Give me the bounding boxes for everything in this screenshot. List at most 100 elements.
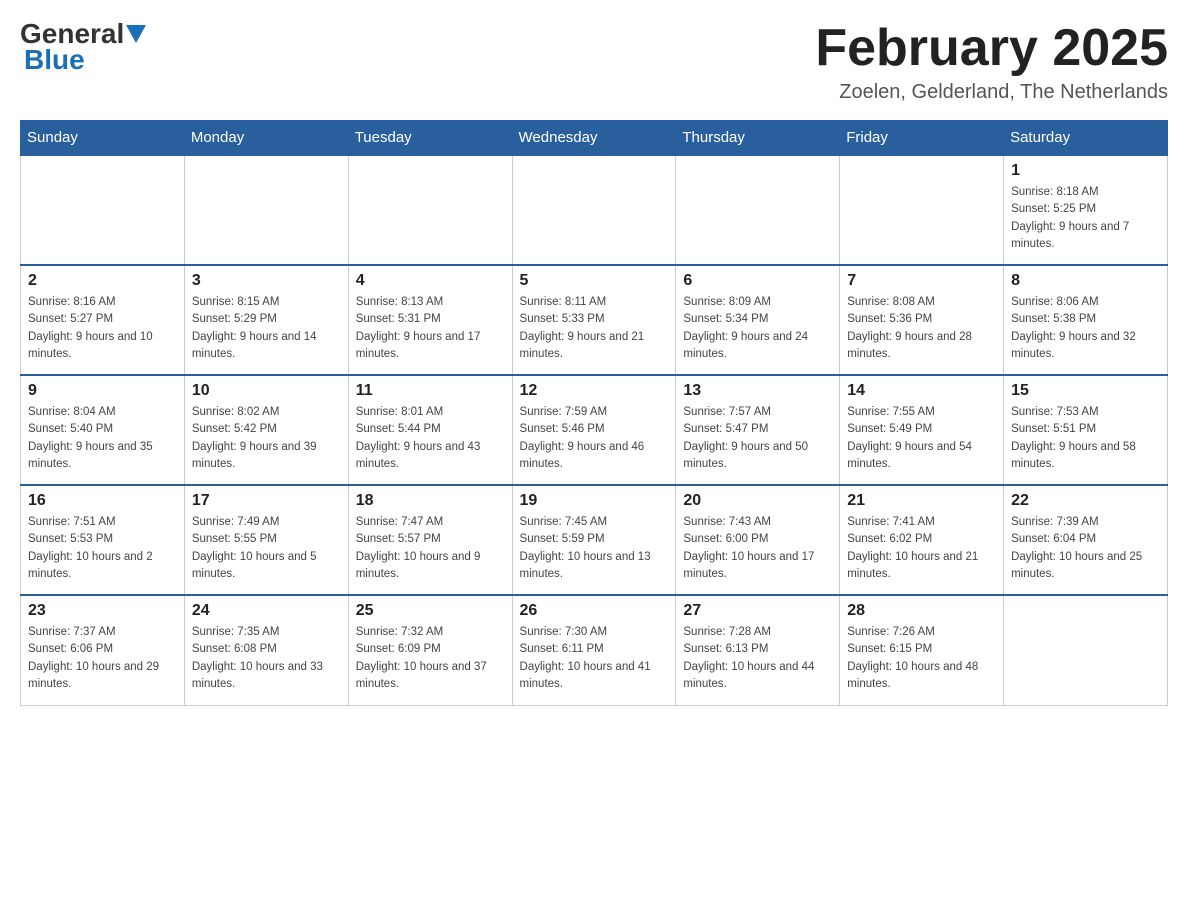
calendar-cell: 8 Sunrise: 8:06 AMSunset: 5:38 PMDaylight…	[1004, 265, 1168, 375]
week-row-3: 9 Sunrise: 8:04 AMSunset: 5:40 PMDaylight…	[21, 375, 1168, 485]
calendar-cell: 5 Sunrise: 8:11 AMSunset: 5:33 PMDaylight…	[512, 265, 676, 375]
day-number: 15	[1011, 382, 1160, 400]
calendar-cell: 4 Sunrise: 8:13 AMSunset: 5:31 PMDaylight…	[348, 265, 512, 375]
calendar-cell: 24 Sunrise: 7:35 AMSunset: 6:08 PMDayligh…	[184, 595, 348, 705]
calendar-cell: 16 Sunrise: 7:51 AMSunset: 5:53 PMDayligh…	[21, 485, 185, 595]
calendar-cell: 11 Sunrise: 8:01 AMSunset: 5:44 PMDayligh…	[348, 375, 512, 485]
day-number: 18	[356, 492, 505, 510]
logo: General Blue	[20, 20, 146, 74]
day-info: Sunrise: 7:41 AMSunset: 6:02 PMDaylight:…	[847, 514, 996, 583]
calendar-cell: 25Sunrise: 7:32 AMSunset: 6:09 PMDayligh…	[348, 595, 512, 705]
day-number: 11	[356, 382, 505, 400]
day-number: 27	[683, 602, 832, 620]
day-number: 19	[520, 492, 669, 510]
day-info: Sunrise: 7:59 AMSunset: 5:46 PMDaylight:…	[520, 404, 669, 473]
calendar-cell: 22Sunrise: 7:39 AMSunset: 6:04 PMDayligh…	[1004, 485, 1168, 595]
day-info: Sunrise: 7:57 AMSunset: 5:47 PMDaylight:…	[683, 404, 832, 473]
day-info: Sunrise: 7:39 AMSunset: 6:04 PMDaylight:…	[1011, 514, 1160, 583]
calendar-cell	[21, 155, 185, 265]
calendar-cell	[676, 155, 840, 265]
day-number: 24	[192, 602, 341, 620]
day-info: Sunrise: 8:08 AMSunset: 5:36 PMDaylight:…	[847, 294, 996, 363]
calendar-cell	[348, 155, 512, 265]
day-number: 26	[520, 602, 669, 620]
weekday-header-wednesday: Wednesday	[512, 121, 676, 156]
calendar-cell: 10 Sunrise: 8:02 AMSunset: 5:42 PMDayligh…	[184, 375, 348, 485]
day-info: Sunrise: 7:37 AMSunset: 6:06 PMDaylight:…	[28, 624, 177, 693]
day-info: Sunrise: 7:35 AMSunset: 6:08 PMDaylight:…	[192, 624, 341, 693]
calendar-cell: 7Sunrise: 8:08 AMSunset: 5:36 PMDaylight…	[840, 265, 1004, 375]
calendar-cell	[840, 155, 1004, 265]
day-number: 12	[520, 382, 669, 400]
day-info: Sunrise: 7:30 AMSunset: 6:11 PMDaylight:…	[520, 624, 669, 693]
title-block: February 2025 Zoelen, Gelderland, The Ne…	[815, 20, 1168, 104]
day-number: 17	[192, 492, 341, 510]
day-number: 28	[847, 602, 996, 620]
day-number: 23	[28, 602, 177, 620]
day-number: 4	[356, 272, 505, 290]
day-info: Sunrise: 7:43 AMSunset: 6:00 PMDaylight:…	[683, 514, 832, 583]
day-info: Sunrise: 7:47 AMSunset: 5:57 PMDaylight:…	[356, 514, 505, 583]
calendar-cell: 6 Sunrise: 8:09 AMSunset: 5:34 PMDaylight…	[676, 265, 840, 375]
calendar-cell: 9 Sunrise: 8:04 AMSunset: 5:40 PMDaylight…	[21, 375, 185, 485]
day-info: Sunrise: 8:09 AMSunset: 5:34 PMDaylight:…	[683, 294, 832, 363]
day-number: 8	[1011, 272, 1160, 290]
day-number: 3	[192, 272, 341, 290]
calendar-cell: 23 Sunrise: 7:37 AMSunset: 6:06 PMDayligh…	[21, 595, 185, 705]
calendar-cell	[184, 155, 348, 265]
calendar-cell	[512, 155, 676, 265]
calendar-cell	[1004, 595, 1168, 705]
calendar-cell: 26 Sunrise: 7:30 AMSunset: 6:11 PMDayligh…	[512, 595, 676, 705]
day-number: 9	[28, 382, 177, 400]
day-info: Sunrise: 8:13 AMSunset: 5:31 PMDaylight:…	[356, 294, 505, 363]
weekday-header-sunday: Sunday	[21, 121, 185, 156]
day-number: 2	[28, 272, 177, 290]
week-row-2: 2 Sunrise: 8:16 AMSunset: 5:27 PMDaylight…	[21, 265, 1168, 375]
day-info: Sunrise: 8:01 AMSunset: 5:44 PMDaylight:…	[356, 404, 505, 473]
month-title: February 2025	[815, 20, 1168, 77]
day-info: Sunrise: 7:26 AMSunset: 6:15 PMDaylight:…	[847, 624, 996, 693]
day-number: 21	[847, 492, 996, 510]
calendar-cell: 2 Sunrise: 8:16 AMSunset: 5:27 PMDaylight…	[21, 265, 185, 375]
weekday-header-friday: Friday	[840, 121, 1004, 156]
day-info: Sunrise: 8:16 AMSunset: 5:27 PMDaylight:…	[28, 294, 177, 363]
weekday-header-thursday: Thursday	[676, 121, 840, 156]
calendar-cell: 21 Sunrise: 7:41 AMSunset: 6:02 PMDayligh…	[840, 485, 1004, 595]
day-info: Sunrise: 8:18 AMSunset: 5:25 PMDaylight:…	[1011, 184, 1160, 253]
day-info: Sunrise: 7:51 AMSunset: 5:53 PMDaylight:…	[28, 514, 177, 583]
day-info: Sunrise: 7:28 AMSunset: 6:13 PMDaylight:…	[683, 624, 832, 693]
weekday-header-tuesday: Tuesday	[348, 121, 512, 156]
weekday-header-monday: Monday	[184, 121, 348, 156]
calendar-cell: 15 Sunrise: 7:53 AMSunset: 5:51 PMDayligh…	[1004, 375, 1168, 485]
day-info: Sunrise: 8:04 AMSunset: 5:40 PMDaylight:…	[28, 404, 177, 473]
day-info: Sunrise: 7:32 AMSunset: 6:09 PMDaylight:…	[356, 624, 505, 693]
day-number: 10	[192, 382, 341, 400]
location: Zoelen, Gelderland, The Netherlands	[815, 81, 1168, 104]
calendar-table: SundayMondayTuesdayWednesdayThursdayFrid…	[20, 120, 1168, 706]
page-header: General Blue February 2025 Zoelen, Gelde…	[20, 20, 1168, 104]
day-number: 20	[683, 492, 832, 510]
day-info: Sunrise: 8:06 AMSunset: 5:38 PMDaylight:…	[1011, 294, 1160, 363]
day-number: 5	[520, 272, 669, 290]
day-number: 16	[28, 492, 177, 510]
weekday-header-row: SundayMondayTuesdayWednesdayThursdayFrid…	[21, 121, 1168, 156]
calendar-cell: 14Sunrise: 7:55 AMSunset: 5:49 PMDayligh…	[840, 375, 1004, 485]
day-info: Sunrise: 7:45 AMSunset: 5:59 PMDaylight:…	[520, 514, 669, 583]
day-info: Sunrise: 8:02 AMSunset: 5:42 PMDaylight:…	[192, 404, 341, 473]
calendar-cell: 1 Sunrise: 8:18 AMSunset: 5:25 PMDaylight…	[1004, 155, 1168, 265]
calendar-cell: 27 Sunrise: 7:28 AMSunset: 6:13 PMDayligh…	[676, 595, 840, 705]
calendar-cell: 20 Sunrise: 7:43 AMSunset: 6:00 PMDayligh…	[676, 485, 840, 595]
day-info: Sunrise: 7:53 AMSunset: 5:51 PMDaylight:…	[1011, 404, 1160, 473]
day-number: 1	[1011, 162, 1160, 180]
day-number: 6	[683, 272, 832, 290]
weekday-header-saturday: Saturday	[1004, 121, 1168, 156]
week-row-5: 23 Sunrise: 7:37 AMSunset: 6:06 PMDayligh…	[21, 595, 1168, 705]
day-info: Sunrise: 7:49 AMSunset: 5:55 PMDaylight:…	[192, 514, 341, 583]
calendar-cell: 28 Sunrise: 7:26 AMSunset: 6:15 PMDayligh…	[840, 595, 1004, 705]
calendar-cell: 17 Sunrise: 7:49 AMSunset: 5:55 PMDayligh…	[184, 485, 348, 595]
week-row-1: 1 Sunrise: 8:18 AMSunset: 5:25 PMDaylight…	[21, 155, 1168, 265]
calendar-cell: 18 Sunrise: 7:47 AMSunset: 5:57 PMDayligh…	[348, 485, 512, 595]
week-row-4: 16 Sunrise: 7:51 AMSunset: 5:53 PMDayligh…	[21, 485, 1168, 595]
day-info: Sunrise: 8:11 AMSunset: 5:33 PMDaylight:…	[520, 294, 669, 363]
day-info: Sunrise: 7:55 AMSunset: 5:49 PMDaylight:…	[847, 404, 996, 473]
